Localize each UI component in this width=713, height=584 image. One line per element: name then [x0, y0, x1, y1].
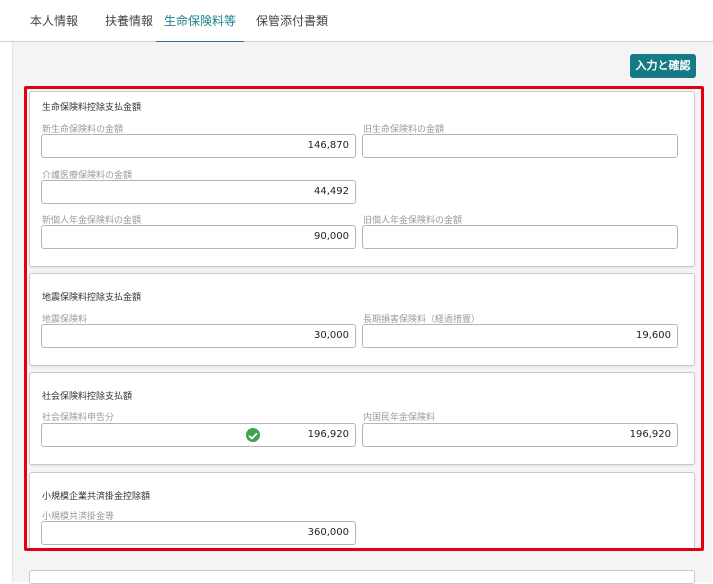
small-business-section: 小規模企業共済掛金控除額 小規模共済掛金等 360,000 [29, 472, 695, 550]
tab-label: 扶養情報 [105, 14, 154, 28]
old-life-field[interactable] [362, 134, 678, 158]
mutual-aid-field[interactable]: 360,000 [41, 521, 356, 545]
life-insurance-section: 生命保険料控除支払金額 新生命保険料の金額 146,870 旧生命保険料の金額 … [29, 91, 695, 267]
new-pension-field[interactable]: 90,000 [41, 225, 356, 249]
confirm-button[interactable]: 入力と確認 [630, 54, 696, 78]
tab-label: 生命保険料等 [164, 14, 237, 28]
declared-field[interactable]: 196,920 [41, 423, 356, 447]
social-insurance-section: 社会保険料控除支払額 社会保険料申告分 196,920 内国民年金保険料 196… [29, 372, 695, 465]
medical-field[interactable]: 44,492 [41, 180, 356, 204]
section-title: 小規模企業共済掛金控除額 [42, 492, 151, 502]
check-circle-icon [246, 428, 260, 442]
earthquake-field[interactable]: 30,000 [41, 324, 356, 348]
section-title: 生命保険料控除支払金額 [42, 103, 142, 113]
old-pension-field[interactable] [362, 225, 678, 249]
next-section [29, 570, 695, 584]
tab-attachments[interactable]: 保管添付書類 [256, 12, 328, 42]
new-life-field[interactable]: 146,870 [41, 134, 356, 158]
tab-life-insurance[interactable]: 生命保険料等 [156, 12, 245, 43]
longterm-field[interactable]: 19,600 [362, 324, 678, 348]
tab-personal-info[interactable]: 本人情報 [30, 12, 78, 42]
earthquake-section: 地震保険料控除支払金額 地震保険料 30,000 長期損害保険料（経過措置） 1… [29, 273, 695, 366]
section-title: 社会保険料控除支払額 [42, 392, 133, 402]
national-pension-label: 内国民年金保険料 [363, 413, 436, 423]
section-title: 地震保険料控除支払金額 [42, 293, 142, 303]
tab-label: 保管添付書類 [256, 14, 329, 28]
tab-label: 本人情報 [30, 14, 79, 28]
national-pension-field[interactable]: 196,920 [362, 423, 678, 447]
declared-label: 社会保険料申告分 [42, 413, 115, 423]
tab-dependents[interactable]: 扶養情報 [105, 12, 153, 42]
tab-bar: 本人情報 扶養情報 生命保険料等 保管添付書類 [0, 0, 713, 43]
